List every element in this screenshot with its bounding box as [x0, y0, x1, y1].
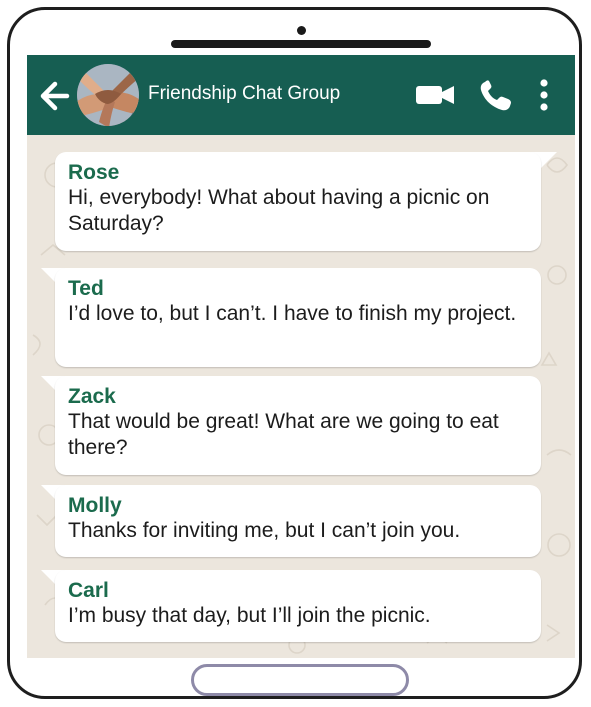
message-text: Thanks for inviting me, but I can’t join…	[68, 519, 461, 542]
message-text: I’d love to, but I can’t. I have to fini…	[68, 302, 517, 325]
arrow-left-icon[interactable]	[35, 79, 71, 113]
phone-screen: Friendship Chat Group Rose Hi, everybody…	[27, 55, 575, 658]
message-text: I’m busy that day, but I’ll join the pic…	[68, 604, 431, 627]
message-bubble: Carl I’m busy that day, but I’ll join th…	[55, 570, 541, 642]
front-camera	[297, 26, 306, 35]
message-bubble: Ted I’d love to, but I can’t. I have to …	[55, 268, 541, 367]
chat-title: Friendship Chat Group	[148, 83, 341, 104]
sender-name: Rose	[68, 161, 120, 184]
sender-name: Molly	[68, 494, 122, 517]
sender-name: Ted	[68, 277, 104, 300]
sender-name: Zack	[68, 385, 116, 408]
message-text: That would be great! What are we going t…	[68, 410, 499, 459]
home-button[interactable]	[191, 664, 409, 696]
speaker-bar	[171, 40, 431, 48]
stacked-hands-image	[77, 64, 139, 126]
message-text: Hi, everybody! What about having a picni…	[68, 186, 490, 235]
message-bubble: Zack That would be great! What are we go…	[55, 376, 541, 475]
sender-name: Carl	[68, 579, 109, 602]
group-avatar[interactable]	[77, 64, 139, 126]
phone-icon[interactable]	[479, 80, 513, 112]
video-camera-icon[interactable]	[415, 82, 455, 108]
chat-header: Friendship Chat Group	[27, 55, 575, 135]
message-list: Rose Hi, everybody! What about having a …	[27, 135, 575, 658]
vertical-dots-icon[interactable]	[537, 78, 551, 112]
message-bubble: Rose Hi, everybody! What about having a …	[55, 152, 541, 251]
message-bubble: Molly Thanks for inviting me, but I can’…	[55, 485, 541, 557]
